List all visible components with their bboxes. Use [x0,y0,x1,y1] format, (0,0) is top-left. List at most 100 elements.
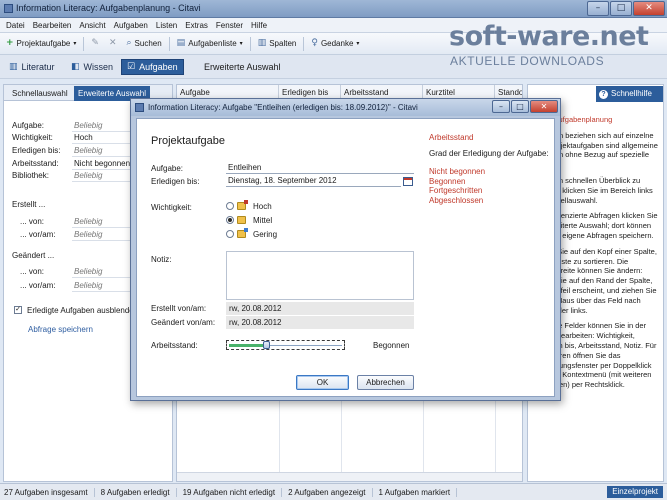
erledigen-label: Erledigen bis: [151,177,200,186]
horizontal-scrollbar[interactable] [177,472,522,481]
status-marked: 1 Aufgaben markiert [379,487,458,497]
erstellt-value: rw, 20.08.2012 [226,302,414,315]
app-icon [4,4,13,13]
filter-arbeitsstand-value[interactable]: Nicht begonnen [74,159,130,168]
menu-listen[interactable]: Listen [156,21,177,30]
wichtigkeit-mittel-radio[interactable] [226,216,234,224]
hide-completed-checkbox[interactable]: ✓ [14,306,22,314]
status-open: 19 Aufgaben nicht erledigt [183,487,283,497]
menu-aufgaben[interactable]: Aufgaben [114,21,148,30]
arbeitsstand-slider[interactable] [226,340,345,350]
tab-literatur[interactable]: ▥ Literatur [4,59,60,75]
slider-thumb[interactable] [263,341,270,349]
cancel-button[interactable]: Abbrechen [357,375,414,390]
filter-label-aufgabe: Aufgabe: [12,121,45,130]
status-total: 27 Aufgaben insgesamt [4,487,95,497]
slider-fill [229,344,266,347]
close-button[interactable]: ✕ [633,1,665,16]
window-title: Information Literacy: Aufgabenplanung - … [16,3,201,13]
erstellt-vorAm-value[interactable]: Beliebig [74,230,102,239]
watermark-logo: soft-ware.net AKTUELLE DOWNLOADS [449,21,665,71]
status-done: 8 Aufgaben erledigt [101,487,177,497]
status-shown: 2 Aufgaben angezeigt [288,487,373,497]
geaendert-vorAm-value[interactable]: Beliebig [74,281,102,290]
ok-button[interactable]: OK [296,375,349,390]
dialog-minimize-button[interactable]: – [492,100,510,113]
tab-wissen[interactable]: ◧ Wissen [66,59,118,75]
filter-label-bibliothek: Bibliothek: [12,171,49,180]
delete-icon: ✕ [108,38,117,48]
dialog-title-bar[interactable]: Information Literacy: Aufgabe "Entleihen… [131,99,560,116]
tab-schnellauswahl[interactable]: Schnellauswahl [8,86,72,101]
help-icon: ? [599,90,608,99]
menu-hilfe[interactable]: Hilfe [251,21,267,30]
toolbar-separator [83,36,85,51]
pencil-icon: ✎ [91,38,99,48]
dialog-close-button[interactable]: ✕ [530,100,558,113]
print-icon: ▤ [176,38,186,48]
quick-help-header[interactable]: ? Schnellhilfe [596,86,663,102]
menu-bearbeiten[interactable]: Bearbeiten [33,21,72,30]
menu-extras[interactable]: Extras [185,21,208,30]
aufgabe-field[interactable]: Entleihen [226,162,414,174]
minimize-button[interactable]: – [587,1,609,16]
filter-wichtigkeit-value[interactable]: Hoch [74,133,93,142]
spalten-button[interactable]: ▥ Spalten [255,37,300,50]
wichtigkeit-label: Wichtigkeit: [151,203,192,212]
geaendert-vorAm-label: ... vor/am: [20,281,56,290]
toolbar-separator [249,36,251,51]
watermark-tagline: AKTUELLE DOWNLOADS [450,54,605,68]
arbeitsstand-option: Begonnen [429,176,466,186]
tasks-icon: ☑ [127,61,136,72]
suchen-button[interactable]: ⌕ Suchen [123,37,164,50]
arbeitsstand-option: Fortgeschritten [429,186,483,195]
high-priority-icon [237,200,248,210]
menu-datei[interactable]: Datei [6,21,25,30]
watermark-name: soft-ware.net [449,21,649,52]
tab-aufgaben[interactable]: ☑ Aufgaben [121,59,184,75]
save-query-link[interactable]: Abfrage speichern [28,325,93,334]
wichtigkeit-gering-label: Gering [253,230,278,239]
menu-fenster[interactable]: Fenster [216,21,243,30]
edit-tool-button[interactable]: ✎ [88,37,102,50]
einzelprojekt-button[interactable]: Einzelprojekt [607,486,663,498]
wichtigkeit-hoch-radio[interactable] [226,202,234,210]
lightbulb-icon: ♀ [311,38,318,48]
arbeitsstand-option: Nicht begonnen [429,167,486,176]
arbeitsstand-help-description: Grad der Erledigung der Aufgabe: [429,148,549,158]
erstellt-von-value[interactable]: Beliebig [74,217,102,226]
arbeitsstand-label: Arbeitsstand: [151,341,198,350]
filter-label-erledigen: Erledigen bis: [12,146,61,155]
dropdown-arrow-icon: ▾ [356,40,360,47]
toolbar-separator [303,36,305,51]
filter-aufgabe-value[interactable]: Beliebig [74,121,102,130]
calendar-icon[interactable] [403,177,413,186]
erstellt-vorAm-label: ... vor/am: [20,230,56,239]
gedanke-button[interactable]: ♀ Gedanke ▾ [308,37,362,50]
dropdown-arrow-icon: ▾ [239,40,243,47]
aufgabe-label: Aufgabe: [151,164,184,173]
status-bar: 27 Aufgaben insgesamt 8 Aufgaben erledig… [0,483,667,500]
geaendert-label: Geändert von/am: [151,318,216,327]
title-bar[interactable]: Information Literacy: Aufgabenplanung - … [0,0,667,18]
dialog-body: Projektaufgabe Aufgabe: Entleihen Erledi… [136,118,555,397]
delete-tool-button[interactable]: ✕ [106,37,120,50]
erledigen-date-field[interactable]: Dienstag, 18. September 2012 [226,175,401,187]
wichtigkeit-gering-radio[interactable] [226,230,234,238]
dialog-maximize-button[interactable]: □ [511,100,529,113]
projektaufgabe-button[interactable]: + Projektaufgabe ▾ [3,37,79,50]
menu-ansicht[interactable]: Ansicht [79,21,105,30]
notiz-textarea[interactable] [226,251,414,300]
books-icon: ▥ [9,61,18,72]
filter-label-arbeitsstand: Arbeitsstand: [12,159,59,168]
aufgabenliste-button[interactable]: ▤ Aufgabenliste ▾ [174,37,246,50]
erstellt-label: Erstellt von/am: [151,304,207,313]
search-icon: ⌕ [126,38,132,48]
arbeitsstand-value: Begonnen [373,341,410,350]
geaendert-von-value[interactable]: Beliebig [74,267,102,276]
section-heading: Erweiterte Auswahl [204,62,281,72]
columns-icon: ▥ [257,38,267,48]
maximize-button[interactable]: □ [610,1,632,16]
filter-bibliothek-value[interactable]: Beliebig [74,171,102,180]
filter-erledigen-value[interactable]: Beliebig [74,146,102,155]
